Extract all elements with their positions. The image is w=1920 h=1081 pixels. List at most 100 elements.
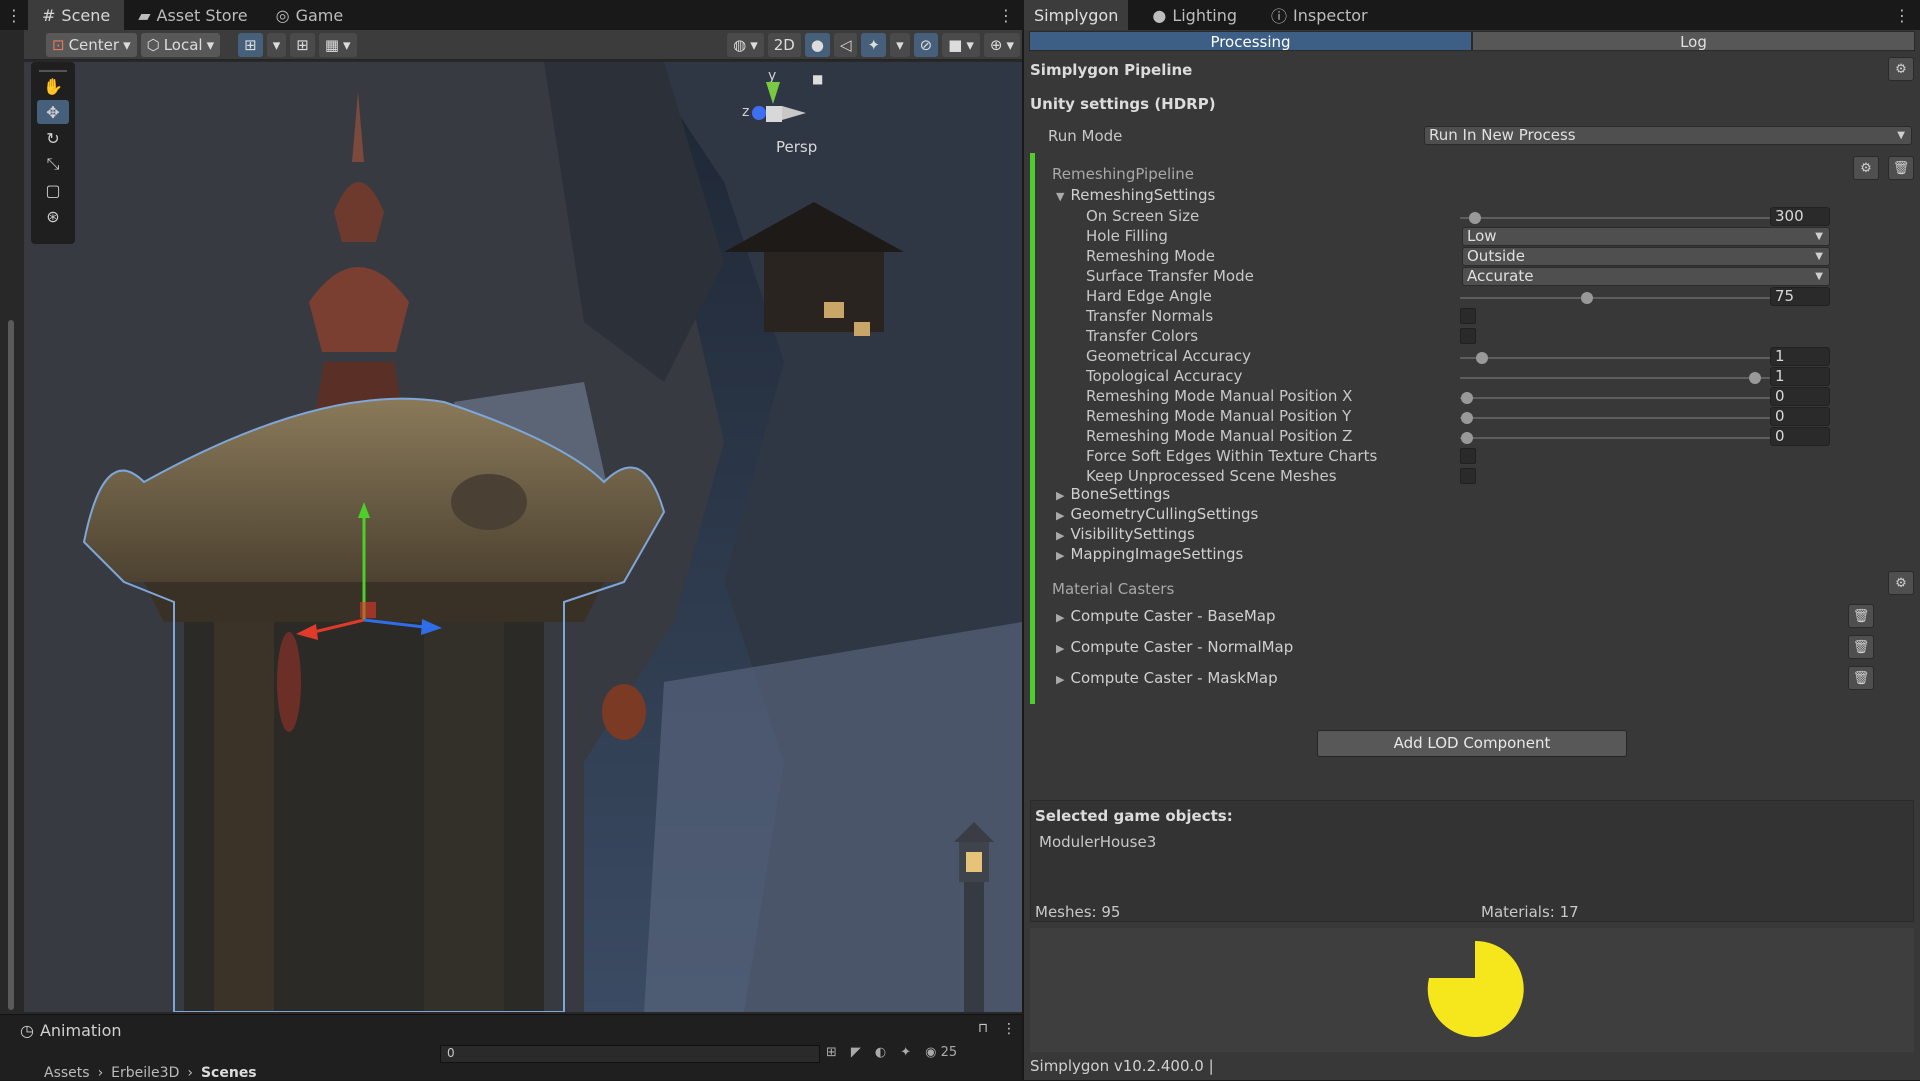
lock-icon[interactable]: ⊓ bbox=[978, 1021, 988, 1036]
material-count: Materials: 17 bbox=[1481, 903, 1579, 921]
grid-visibility-button[interactable]: ▦ ▾ bbox=[318, 32, 357, 57]
effects-toggle-button[interactable]: ✦ bbox=[861, 32, 887, 57]
position-x-knob[interactable] bbox=[1461, 392, 1473, 404]
topological-accuracy-knob[interactable] bbox=[1749, 372, 1761, 384]
keyframe-icon[interactable]: ⊞ bbox=[826, 1045, 837, 1060]
caster-normalmap-foldout[interactable]: ▶ Compute Caster - NormalMap bbox=[1056, 638, 1293, 656]
grid-snap-button[interactable]: ⊞ bbox=[238, 32, 263, 57]
topological-accuracy-field[interactable]: 1 bbox=[1770, 367, 1830, 386]
position-y-knob[interactable] bbox=[1461, 412, 1473, 424]
tab-scene[interactable]: # Scene bbox=[28, 0, 125, 30]
caster-normalmap-delete-button[interactable]: 🗑 bbox=[1848, 635, 1874, 659]
camera-dropdown[interactable]: ■ ▾ bbox=[942, 32, 980, 57]
position-z-knob[interactable] bbox=[1461, 432, 1473, 444]
hand-tool-icon[interactable]: ✋ bbox=[37, 74, 69, 98]
pivot-rotation-dropdown[interactable]: ⬡ Local ▾ bbox=[140, 32, 221, 57]
position-z-field[interactable]: 0 bbox=[1770, 427, 1830, 446]
gizmos-dropdown[interactable]: ⊕ ▾ bbox=[983, 32, 1020, 57]
visibility-settings-foldout[interactable]: ▶ VisibilitySettings bbox=[1056, 525, 1195, 543]
on-screen-size-knob[interactable] bbox=[1469, 212, 1481, 224]
overlay-handle[interactable] bbox=[39, 62, 67, 72]
orientation-gizmo[interactable]: y z ■ Persp bbox=[742, 68, 834, 160]
2d-toggle-button[interactable]: 2D bbox=[767, 32, 801, 57]
scrollbar[interactable] bbox=[8, 320, 14, 1010]
tab-asset-store[interactable]: ▰ Asset Store bbox=[124, 0, 261, 30]
position-z-track[interactable] bbox=[1460, 437, 1784, 439]
pivot-mode-dropdown[interactable]: ⊡ Center ▾ bbox=[46, 32, 137, 57]
material-casters-settings-button[interactable]: ⚙ bbox=[1888, 571, 1914, 595]
pipeline-settings-button[interactable]: ⚙ bbox=[1888, 57, 1914, 81]
hard-edge-angle-track[interactable] bbox=[1460, 297, 1784, 299]
hard-edge-angle-field[interactable]: 75 bbox=[1770, 287, 1830, 306]
lock-icon[interactable]: ■ bbox=[812, 72, 823, 86]
position-y-track[interactable] bbox=[1460, 417, 1784, 419]
on-screen-size-field[interactable]: 300 bbox=[1770, 207, 1830, 226]
move-tool-icon[interactable]: ✥ bbox=[37, 100, 69, 124]
geometrical-accuracy-knob[interactable] bbox=[1476, 352, 1488, 364]
remeshing-delete-button[interactable]: 🗑 bbox=[1888, 156, 1914, 180]
position-x-track[interactable] bbox=[1460, 397, 1784, 399]
remeshing-mode-dropdown[interactable]: Outside ▼ bbox=[1462, 247, 1830, 266]
tab-simplygon[interactable]: Simplygon bbox=[1024, 0, 1129, 30]
rotate-tool-icon[interactable]: ↻ bbox=[37, 126, 69, 150]
eye-off-icon: ⊘ bbox=[919, 35, 933, 54]
tab-lighting[interactable]: ● Lighting bbox=[1142, 0, 1247, 30]
caster-basemap-delete-button[interactable]: 🗑 bbox=[1848, 604, 1874, 628]
caster-basemap-foldout[interactable]: ▶ Compute Caster - BaseMap bbox=[1056, 607, 1276, 625]
mapping-image-settings-foldout[interactable]: ▶ MappingImageSettings bbox=[1056, 545, 1243, 563]
tab-game[interactable]: ◎ Game bbox=[262, 0, 358, 30]
geometrical-accuracy-track[interactable] bbox=[1460, 357, 1784, 359]
animation-tab[interactable]: ◷ Animation bbox=[20, 1021, 122, 1040]
position-x-field[interactable]: 0 bbox=[1770, 387, 1830, 406]
breadcrumb-item[interactable]: Scenes bbox=[201, 1065, 257, 1081]
breadcrumb-item[interactable]: Erbeile3D bbox=[111, 1065, 179, 1081]
scale-tool-icon[interactable]: ⤡ bbox=[37, 152, 69, 176]
tab-processing[interactable]: Processing bbox=[1029, 31, 1472, 51]
remeshing-settings-foldout[interactable]: ▼ RemeshingSettings bbox=[1056, 186, 1215, 204]
breadcrumb-item[interactable]: Assets bbox=[44, 1065, 90, 1081]
geometry-culling-settings-foldout[interactable]: ▶ GeometryCullingSettings bbox=[1056, 505, 1258, 523]
y-axis-cone bbox=[766, 82, 780, 104]
run-mode-dropdown[interactable]: Run In New Process ▼ bbox=[1424, 126, 1912, 145]
draw-mode-dropdown[interactable]: ◍ ▾ bbox=[727, 32, 764, 57]
effects-dropdown[interactable]: ▾ bbox=[890, 32, 910, 57]
hole-filling-dropdown[interactable]: Low ▼ bbox=[1462, 227, 1830, 246]
bone-settings-foldout[interactable]: ▶ BoneSettings bbox=[1056, 485, 1170, 503]
keep-unprocessed-checkbox[interactable] bbox=[1460, 468, 1476, 484]
transfer-normals-checkbox[interactable] bbox=[1460, 308, 1476, 324]
geometrical-accuracy-field[interactable]: 1 bbox=[1770, 347, 1830, 366]
selected-object[interactable]: ModulerHouse3 bbox=[1039, 833, 1156, 851]
record-icon[interactable]: ◤ bbox=[851, 1045, 861, 1060]
position-y-field[interactable]: 0 bbox=[1770, 407, 1830, 426]
increment-snap-button[interactable]: ⊞ bbox=[290, 32, 315, 57]
panel-menu-icon[interactable]: ⋮ bbox=[1884, 0, 1920, 30]
scene-options-icon[interactable]: ⋮ bbox=[990, 0, 1022, 30]
tab-menu-icon[interactable]: ⋮ bbox=[0, 0, 28, 30]
eye-icon[interactable]: ◉ 25 bbox=[925, 1045, 957, 1060]
force-soft-edges-checkbox[interactable] bbox=[1460, 448, 1476, 464]
tab-inspector[interactable]: ⓘ Inspector bbox=[1261, 0, 1378, 30]
star-icon[interactable]: ✦ bbox=[900, 1045, 911, 1060]
transfer-colors-checkbox[interactable] bbox=[1460, 328, 1476, 344]
grid-snap-dropdown[interactable]: ▾ bbox=[266, 32, 287, 57]
hard-edge-angle-knob[interactable] bbox=[1581, 292, 1593, 304]
triangle-right-icon: ▶ bbox=[1056, 529, 1065, 542]
remeshing-settings-button[interactable]: ⚙ bbox=[1853, 156, 1879, 180]
caster-maskmap-delete-button[interactable]: 🗑 bbox=[1848, 666, 1874, 690]
add-lod-component-button[interactable]: Add LOD Component bbox=[1317, 730, 1627, 757]
hidden-objects-toggle[interactable]: ⊘ bbox=[913, 32, 939, 57]
scene-viewport[interactable]: y z ■ Persp bbox=[24, 62, 1022, 1012]
audio-toggle-button[interactable]: ◁ bbox=[833, 32, 858, 57]
on-screen-size-track[interactable] bbox=[1460, 217, 1784, 219]
projection-label[interactable]: Persp bbox=[776, 138, 817, 156]
surface-transfer-mode-dropdown[interactable]: Accurate ▼ bbox=[1462, 267, 1830, 286]
lighting-toggle-button[interactable]: ● bbox=[804, 32, 830, 57]
rect-tool-icon[interactable]: ▢ bbox=[37, 178, 69, 202]
transform-tool-icon[interactable]: ⊛ bbox=[37, 204, 69, 228]
tab-log[interactable]: Log bbox=[1472, 31, 1915, 51]
frame-field[interactable]: 0 bbox=[440, 1045, 820, 1063]
panel-menu-icon[interactable]: ⋮ bbox=[1002, 1021, 1016, 1037]
topological-accuracy-track[interactable] bbox=[1460, 377, 1784, 379]
info-icon[interactable]: ◐ bbox=[875, 1045, 886, 1060]
caster-maskmap-foldout[interactable]: ▶ Compute Caster - MaskMap bbox=[1056, 669, 1278, 687]
